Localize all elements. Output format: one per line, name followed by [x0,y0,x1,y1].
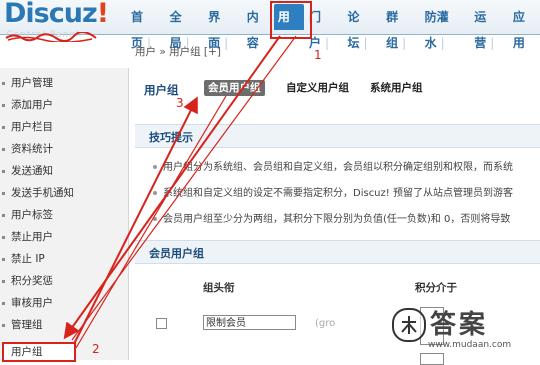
sidebar-item-label: 积分奖惩 [11,275,53,287]
bullet-icon [2,324,5,327]
tips-header: 技巧提示 [135,124,540,148]
breadcrumb: 用户 » 用户组 [+] [135,46,221,58]
tip-text: 系统组和自定义组的设定不需要指定积分，Discuz! 预留了从站点管理员到游客 [163,188,513,199]
bullet-icon [2,82,5,85]
nav-apps[interactable]: 应用 [509,4,539,50]
bullet-icon [2,236,5,239]
sidebar-item-add-user[interactable]: 添加用户 [0,96,128,114]
sidebar-item-label: 添加用户 [11,99,53,111]
nav-content[interactable]: 内容 [243,4,273,50]
sidebar-item-ban-ip[interactable]: 禁止 IP [0,250,128,268]
watermark: 答案 www.mudaan.com [392,300,540,360]
bullet-icon [2,126,5,129]
sidebar-item-admin-groups[interactable]: 管理组 [0,316,128,334]
logo-bang: ! [96,0,109,29]
group-name-input[interactable]: 限制会员 [203,315,296,330]
member-groups-title: 会员用户组 [149,247,204,260]
tip-text: 会员用户组至少分为两组，其积分下限分别为负值(任一负数)和 0，否则将导致 [163,214,511,225]
tip-text: 用户组分为系统组、会员组和自定义组，会员组以积分确定组别和权限，而系统 [163,162,513,173]
tip-line: 系统组和自定义组的设定不需要指定积分，Discuz! 预留了从站点管理员到游客 [153,184,513,199]
sidebar-item-send-sms[interactable]: 发送手机通知 [0,184,128,202]
nav-interface[interactable]: 界面 [204,4,242,50]
sidebar-item-label: 禁止用户 [11,231,53,243]
annotation-number-1: 1 [314,48,322,62]
discuz-logo[interactable]: Discuz! Control Panel [2,0,126,46]
member-groups-header: 会员用户组 [135,240,540,264]
bullet-icon [2,214,5,217]
tips-title: 技巧提示 [149,131,193,144]
sidebar-item-profile-stats[interactable]: 资料统计 [0,140,128,158]
sidebar-item-review-users[interactable]: 审核用户 [0,294,128,312]
tip-line: 会员用户组至少分为两组，其积分下限分别为负值(任一负数)和 0，否则将导致 [153,210,510,225]
nav-forum[interactable]: 论坛 [344,4,382,50]
sidebar-item-send-notice[interactable]: 发送通知 [0,162,128,180]
tab-system-groups[interactable]: 系统用户组 [366,80,427,96]
bullet-icon [2,280,5,283]
sidebar-item-credit-rewards[interactable]: 积分奖惩 [0,272,128,290]
bullet-icon [153,191,157,195]
sidebar-item-label: 用户管理 [11,77,53,89]
watermark-text: 答案 [430,310,489,340]
sidebar-item-label: 用户栏目 [11,121,53,133]
nav-global[interactable]: 全局 [166,4,204,50]
sidebar-item-label: 管理组 [11,319,43,331]
watermark-url: www.mudaan.com [428,340,512,350]
column-group-title: 组头衔 [203,282,235,294]
nav-operations[interactable]: 运营 [470,4,508,50]
sidebar-item-label: 用户标签 [11,209,53,221]
bullet-icon [2,170,5,173]
bullet-icon [2,104,5,107]
nav-home[interactable]: 首页 [127,4,165,50]
bullet-icon [2,192,5,195]
tip-line: 用户组分为系统组、会员组和自定义组，会员组以积分确定组别和权限，而系统 [153,158,513,173]
sidebar-item-user-fields[interactable]: 用户栏目 [0,118,128,136]
bullet-icon [2,148,5,151]
column-points-range: 积分介于 [415,282,457,294]
page-title: 用户组 [144,83,179,97]
bullet-icon [153,165,157,169]
tab-custom-groups[interactable]: 自定义用户组 [282,80,353,96]
tab-member-groups[interactable]: 会员用户组 [204,80,265,96]
annotation-number-3: 3 [176,96,184,110]
top-nav: 首页 全局 界面 内容 用户 门户 论坛 群组 防灌水 运营 应用 [127,4,540,50]
logo-text: Discuz [4,0,98,29]
bullet-icon [2,302,5,305]
sidebar-item-ban-user[interactable]: 禁止用户 [0,228,128,246]
highlight-nav-users [270,1,312,39]
row-checkbox[interactable] [156,318,167,329]
nav-antispam[interactable]: 防灌水 [421,4,470,50]
group-id-hint: (gro [315,318,336,329]
left-sidebar: 用户管理 添加用户 用户栏目 资料统计 发送通知 发送手机通知 用户标签 禁止用… [0,68,129,362]
sidebar-item-label: 禁止 IP [11,253,45,265]
bullet-icon [2,258,5,261]
nav-groups[interactable]: 群组 [382,4,420,50]
sidebar-item-label: 发送手机通知 [11,187,74,199]
redaction-scribble [5,32,97,42]
sidebar-item-user-groups[interactable]: 用户组 [2,342,76,362]
sidebar-item-label: 发送通知 [11,165,53,177]
sidebar-item-user-management[interactable]: 用户管理 [0,74,128,92]
watermark-glyph [401,316,417,334]
sidebar-item-user-tags[interactable]: 用户标签 [0,206,128,224]
watermark-logo-icon [392,308,426,342]
annotation-number-2: 2 [92,342,100,356]
sidebar-item-label: 用户组 [11,346,43,358]
sidebar-item-label: 资料统计 [11,143,53,155]
bullet-icon [153,217,157,221]
sidebar-item-label: 审核用户 [11,297,53,309]
